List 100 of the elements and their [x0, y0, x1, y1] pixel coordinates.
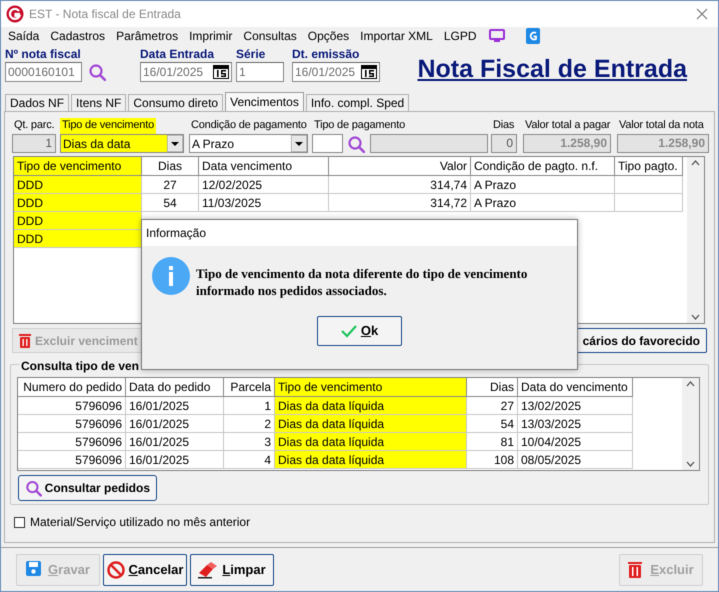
ok-button[interactable]: Ok [317, 316, 402, 346]
field-label: Data Entrada [140, 47, 216, 62]
search-icon [25, 479, 42, 497]
menu-item[interactable]: Opções [308, 27, 350, 45]
tab[interactable]: Dados NF [5, 94, 70, 111]
input-field[interactable]: 1 [236, 62, 284, 82]
menu-item[interactable]: Parâmetros [116, 27, 178, 45]
button[interactable]: Consultar pedidos [18, 475, 157, 501]
table-cell: Dias da data líquida [275, 451, 467, 469]
input-field[interactable]: 0000160101 [5, 62, 82, 82]
button[interactable]: Limpar [190, 554, 274, 586]
tab[interactable]: Info. compl. Sped [306, 94, 410, 111]
field-label: Tipo de pagamento [313, 118, 406, 133]
table-cell: 5796096 [18, 397, 126, 415]
column-header[interactable]: Data vencimento [199, 157, 329, 176]
field-label: Tipo de vencimento [60, 118, 156, 134]
tab[interactable]: Consumo direto [128, 94, 224, 111]
table-cell: A Prazo [471, 176, 615, 194]
dropdown[interactable]: A Prazo [189, 134, 308, 153]
info-icon [152, 257, 190, 295]
menu-item[interactable]: Cadastros [50, 27, 106, 45]
table-cell: Dias da data líquida [275, 433, 467, 451]
app-logo-icon [6, 5, 24, 23]
column-header[interactable]: Dias [142, 157, 199, 176]
field-label: Condição de pagamento [190, 118, 308, 133]
table-cell: 12/02/2025 [199, 176, 329, 194]
scroll-up-icon [686, 381, 695, 387]
table-cell: 11/03/2025 [199, 194, 329, 212]
trash-icon [19, 333, 31, 348]
table-cell [615, 176, 683, 194]
menu-item[interactable]: Importar XML [360, 27, 433, 45]
column-header[interactable]: Tipo de vencimento [275, 378, 467, 397]
dropdown-arrow-icon [167, 135, 183, 152]
table-cell: 314,72 [329, 194, 471, 212]
search-icon [88, 63, 106, 81]
eraser-icon [198, 560, 218, 578]
monitor-icon [488, 29, 505, 43]
table-cell: A Prazo [471, 194, 615, 212]
dropdown-arrow-icon [291, 135, 307, 152]
table-cell: 54 [467, 415, 518, 433]
column-header[interactable]: Tipo de vencimento [14, 157, 142, 176]
scroll-up-icon [691, 160, 700, 166]
field-label: Nº nota fiscal [5, 47, 82, 62]
field-label: Qt. parc. [13, 118, 56, 133]
input-field[interactable] [370, 134, 488, 153]
menu-item[interactable]: LGPD [444, 27, 477, 45]
tab[interactable]: Itens NF [71, 94, 126, 111]
column-header[interactable]: Parcela [224, 378, 275, 397]
input-field[interactable]: 16/01/2025 [292, 62, 380, 82]
table-cell: Dias da data líquida [275, 397, 467, 415]
scrollbar[interactable] [682, 378, 699, 470]
field-label: Dias [492, 118, 516, 133]
calendar-icon [361, 65, 377, 79]
input-field[interactable]: 0 [491, 134, 517, 153]
input-field[interactable]: 1 [12, 134, 56, 153]
table-cell: DDD [14, 230, 142, 248]
dialog-message: Tipo de vencimento da nota diferente do tipo de vencimento informado nos pedidos associados. [196, 265, 528, 299]
table-cell: 16/01/2025 [126, 415, 224, 433]
column-header[interactable]: Numero do pedido [18, 378, 126, 397]
table-cell: 81 [467, 433, 518, 451]
check-icon [340, 324, 357, 338]
table-cell: 27 [467, 397, 518, 415]
table-cell [615, 194, 683, 212]
checkbox-label: Material/Serviço utilizado no mês anterior [30, 514, 250, 531]
field-label: Valor total a pagar [524, 118, 612, 133]
scrollbar[interactable] [687, 157, 704, 323]
prohibited-icon [106, 560, 125, 578]
table-cell: 16/01/2025 [126, 433, 224, 451]
column-header[interactable]: Data do vencimento [518, 378, 633, 397]
menu-item[interactable]: Imprimir [189, 27, 232, 45]
table-cell: 27 [142, 176, 199, 194]
close-icon [696, 8, 708, 20]
checkbox[interactable] [14, 516, 25, 528]
table-cell: DDD [14, 194, 142, 212]
calendar-icon [213, 65, 229, 79]
search-icon [347, 134, 365, 152]
column-header[interactable]: Valor [329, 157, 471, 176]
scroll-down-icon [686, 461, 695, 467]
table-cell: Dias da data líquida [275, 415, 467, 433]
menu-item[interactable]: Saída [8, 27, 40, 45]
column-header[interactable]: Tipo pagto. [615, 157, 683, 176]
input-field[interactable] [312, 134, 343, 153]
column-header[interactable]: Dias [467, 378, 518, 397]
input-field[interactable]: 16/01/2025 [140, 62, 232, 82]
table-cell: DDD [14, 212, 142, 230]
column-header[interactable]: Data do pedido [126, 378, 224, 397]
table-cell: 5796096 [18, 451, 126, 469]
table-cell: DDD [14, 176, 142, 194]
menu-item[interactable]: Consultas [243, 27, 297, 45]
window-title: EST - Nota fiscal de Entrada [29, 6, 181, 23]
field-label: Série [236, 47, 266, 62]
table-cell: 5796096 [18, 415, 126, 433]
tab[interactable]: Vencimentos [225, 92, 304, 111]
column-header[interactable]: Condição de pagto. n.f. [471, 157, 615, 176]
dropdown[interactable]: Dias da data [60, 134, 184, 153]
table-cell: 10/04/2025 [518, 433, 633, 451]
table-cell: 13/02/2025 [518, 397, 633, 415]
button[interactable]: Cancelar [103, 554, 187, 586]
dialog-title: Informação [146, 225, 206, 242]
table-cell: 08/05/2025 [518, 451, 633, 469]
